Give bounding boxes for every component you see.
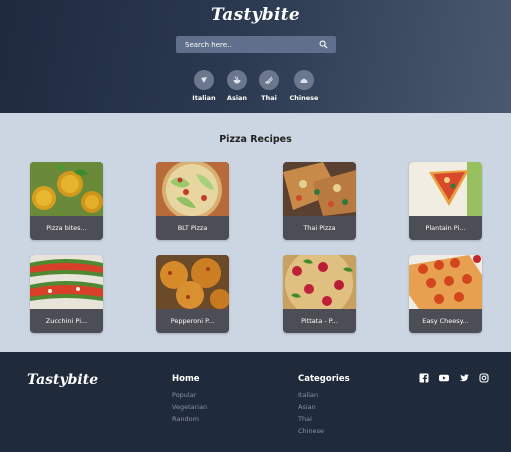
footer-categories-column: Categories Italian Asian Thai Chinese bbox=[298, 374, 350, 437]
recipe-title: Pizza bites... bbox=[46, 224, 87, 232]
footer-link-asian[interactable]: Asian bbox=[298, 401, 350, 413]
footer-home-heading: Home bbox=[172, 374, 200, 384]
recipe-card[interactable]: BLT Pizza bbox=[156, 162, 229, 240]
recipe-title: Easy Cheesy... bbox=[422, 317, 469, 325]
recipe-card[interactable]: Pizza bites... bbox=[30, 162, 103, 240]
recipe-card[interactable]: Pepperoni P... bbox=[156, 255, 229, 333]
search-bar bbox=[176, 36, 336, 53]
recipe-image bbox=[283, 162, 356, 216]
recipe-image bbox=[30, 255, 103, 309]
footer-link-thai[interactable]: Thai bbox=[298, 413, 350, 425]
recipe-card[interactable]: Plantain Pi... bbox=[409, 162, 482, 240]
recipe-title: Thai Pizza bbox=[303, 224, 336, 232]
recipe-title: Pittata - P... bbox=[301, 317, 338, 325]
category-thai[interactable]: Thai bbox=[249, 70, 289, 106]
facebook-icon[interactable] bbox=[419, 373, 429, 383]
category-chinese[interactable]: Chinese bbox=[284, 70, 324, 106]
footer-link-popular[interactable]: Popular bbox=[172, 389, 207, 401]
category-label: Thai bbox=[261, 94, 277, 102]
recipe-image bbox=[283, 255, 356, 309]
instagram-icon[interactable] bbox=[479, 373, 489, 383]
category-label: Chinese bbox=[289, 94, 319, 102]
recipe-image bbox=[156, 162, 229, 216]
twitter-icon[interactable] bbox=[459, 373, 469, 383]
recipe-title: BLT Pizza bbox=[177, 224, 208, 232]
footer-logo[interactable]: Tastybite bbox=[27, 372, 98, 388]
recipe-image bbox=[409, 162, 482, 216]
youtube-icon[interactable] bbox=[439, 373, 449, 383]
search-input[interactable] bbox=[176, 36, 316, 53]
noodle-bowl-icon bbox=[227, 70, 247, 90]
footer-link-chinese[interactable]: Chinese bbox=[298, 425, 350, 437]
search-icon[interactable] bbox=[319, 40, 328, 49]
recipe-title: Zucchini Pi... bbox=[45, 317, 88, 325]
recipe-card[interactable]: Pittata - P... bbox=[283, 255, 356, 333]
recipe-title: Pepperoni P... bbox=[170, 317, 215, 325]
chopsticks-icon bbox=[259, 70, 279, 90]
recipe-image bbox=[409, 255, 482, 309]
recipe-card[interactable]: Thai Pizza bbox=[283, 162, 356, 240]
footer-link-vegetarian[interactable]: Vegetarian bbox=[172, 401, 207, 413]
recipe-image bbox=[30, 162, 103, 216]
dumpling-icon bbox=[294, 70, 314, 90]
site-footer: Tastybite Home Popular Vegetarian Random… bbox=[0, 352, 511, 452]
recipe-card[interactable]: Easy Cheesy... bbox=[409, 255, 482, 333]
footer-categories-heading: Categories bbox=[298, 374, 350, 384]
footer-link-random[interactable]: Random bbox=[172, 413, 207, 425]
footer-link-italian[interactable]: Italian bbox=[298, 389, 350, 401]
site-header: Tastybite Italian Asian Thai Chinese bbox=[0, 0, 511, 113]
recipe-card[interactable]: Zucchini Pi... bbox=[30, 255, 103, 333]
footer-home-column: Home Popular Vegetarian Random bbox=[172, 374, 207, 425]
recipe-title: Plantain Pi... bbox=[425, 224, 466, 232]
page-title: Pizza Recipes bbox=[219, 134, 292, 145]
brand-logo[interactable]: Tastybite bbox=[0, 5, 511, 25]
pizza-slice-icon bbox=[194, 70, 214, 90]
recipe-image bbox=[156, 255, 229, 309]
